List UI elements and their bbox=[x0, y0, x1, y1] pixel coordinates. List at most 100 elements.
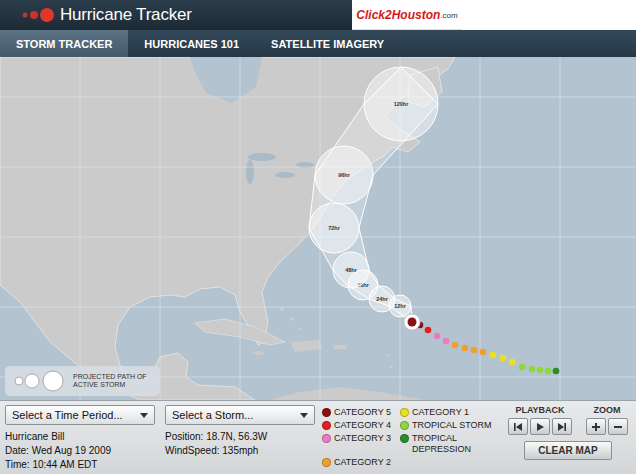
track-point[interactable] bbox=[490, 352, 497, 359]
grid-line bbox=[160, 57, 161, 400]
category-dot bbox=[400, 434, 409, 443]
forecast-point[interactable]: 96hr bbox=[315, 146, 373, 204]
control-row: PLAYBACKZOOM bbox=[508, 405, 628, 435]
skip-back-icon bbox=[513, 422, 523, 432]
category-label: CATEGORY 2 bbox=[334, 457, 391, 468]
track-point[interactable] bbox=[519, 364, 526, 371]
track-point[interactable] bbox=[500, 355, 507, 362]
forecast-point[interactable]: 120hr bbox=[364, 67, 438, 141]
storm-marker-icon[interactable] bbox=[404, 314, 420, 330]
track-point[interactable] bbox=[471, 347, 478, 354]
grid-line bbox=[80, 57, 81, 400]
play-icon bbox=[535, 422, 545, 432]
playback-label: PLAYBACK bbox=[515, 405, 564, 415]
forecast-label: 24hr bbox=[376, 296, 388, 302]
hispaniola bbox=[290, 340, 322, 352]
storm-stats: Select a Storm... Position: 18.7N, 56.3WW… bbox=[165, 405, 322, 474]
map-canvas[interactable]: 12hr24hr36hr48hr72hr96hr120hr bbox=[0, 57, 636, 400]
island bbox=[387, 354, 390, 357]
forecast-point[interactable]: 72hr bbox=[309, 203, 359, 253]
logo-main: Click2Houston bbox=[356, 8, 440, 22]
grid-line bbox=[480, 57, 481, 400]
hudson-bay bbox=[190, 57, 262, 103]
category-item: TROPICAL STORM bbox=[400, 420, 496, 431]
nav-tab[interactable]: SATELLITE IMAGERY bbox=[255, 30, 400, 57]
island bbox=[290, 317, 294, 321]
category-item: CATEGORY 1 bbox=[400, 407, 496, 418]
map[interactable]: 12hr24hr36hr48hr72hr96hr120hrPROJECTED P… bbox=[0, 57, 636, 400]
header-blank bbox=[462, 0, 636, 30]
forecast-label: 72hr bbox=[328, 225, 340, 231]
storm-name: Hurricane Bill bbox=[5, 430, 165, 444]
zoom-buttons bbox=[586, 418, 628, 435]
rewind-button[interactable] bbox=[508, 418, 528, 435]
forecast-cone bbox=[309, 67, 438, 322]
track-point[interactable] bbox=[480, 349, 487, 356]
track-point[interactable] bbox=[443, 338, 450, 345]
category-label: TROPICAL STORM bbox=[412, 420, 492, 431]
north-america bbox=[0, 57, 455, 400]
category-label: CATEGORY 1 bbox=[412, 407, 469, 418]
island bbox=[280, 307, 284, 311]
storm-info: Select a Time Period... Hurricane BillDat… bbox=[5, 405, 165, 474]
category-item: TROPICAL DEPRESSION bbox=[400, 433, 496, 455]
island bbox=[390, 366, 393, 369]
category-dot bbox=[400, 408, 409, 417]
nav-tab[interactable]: STORM TRACKER bbox=[0, 30, 128, 57]
track-point[interactable] bbox=[529, 366, 536, 373]
track-point[interactable] bbox=[434, 333, 441, 340]
category-item: CATEGORY 4 bbox=[322, 420, 400, 431]
storm-date: Date: Wed Aug 19 2009 bbox=[5, 444, 165, 458]
track-point[interactable] bbox=[537, 367, 544, 374]
path-circles-icon bbox=[11, 369, 69, 393]
nav-bar: STORM TRACKERHURRICANES 101SATELLITE IMA… bbox=[0, 30, 636, 57]
track-point[interactable] bbox=[545, 368, 552, 375]
storm-select[interactable]: Select a Storm... bbox=[165, 405, 315, 425]
category-label: CATEGORY 5 bbox=[334, 407, 391, 418]
category-dot bbox=[322, 434, 331, 443]
forecast-label: 96hr bbox=[338, 172, 350, 178]
jamaica bbox=[252, 351, 264, 355]
category-legend: CATEGORY 5 CATEGORY 4 CATEGORY 3 CATEGORY 2… bbox=[322, 405, 500, 474]
zoom-in-button[interactable] bbox=[586, 418, 606, 435]
nav-tab[interactable]: HURRICANES 101 bbox=[128, 30, 255, 57]
category-item: CATEGORY 3 bbox=[322, 433, 400, 455]
zoom-out-button[interactable] bbox=[608, 418, 628, 435]
track-point[interactable] bbox=[462, 345, 469, 352]
hurricane-tracker: Hurricane TrackerClick2Houston.comSTORM … bbox=[0, 0, 636, 474]
play-button[interactable] bbox=[530, 418, 550, 435]
forecast-label: 12hr bbox=[394, 303, 406, 309]
track-point[interactable] bbox=[425, 327, 432, 334]
dropdown-arrow-icon bbox=[300, 413, 308, 418]
dots-icon bbox=[20, 6, 56, 24]
logo-suffix: .com bbox=[440, 11, 457, 20]
track-point[interactable] bbox=[509, 359, 516, 366]
category-dot bbox=[322, 408, 331, 417]
skip-forward-icon bbox=[557, 422, 567, 432]
playback-group: PLAYBACK bbox=[508, 405, 572, 435]
category-label: CATEGORY 3 bbox=[334, 433, 391, 444]
header: Hurricane Tracker Click2Houston.com bbox=[0, 0, 636, 30]
track-point[interactable] bbox=[452, 342, 459, 349]
map-controls: PLAYBACKZOOM CLEAR MAP bbox=[500, 405, 636, 474]
forecast-point[interactable]: 48hr bbox=[333, 252, 369, 288]
control-panel: Select a Time Period... Hurricane BillDat… bbox=[0, 400, 636, 474]
category-label: CATEGORY 4 bbox=[334, 420, 391, 431]
select-text: Select a Time Period... bbox=[12, 409, 123, 421]
grid-line bbox=[0, 307, 636, 308]
minus-icon bbox=[613, 422, 623, 432]
island bbox=[299, 328, 302, 331]
great-lake bbox=[275, 172, 295, 178]
storm-wind: WindSpeed: 135mph bbox=[165, 444, 322, 458]
time-period-select[interactable]: Select a Time Period... bbox=[5, 405, 155, 425]
category-item: CATEGORY 2 bbox=[322, 457, 400, 468]
dropdown-arrow-icon bbox=[140, 413, 148, 418]
forward-button[interactable] bbox=[552, 418, 572, 435]
clear-map-button[interactable]: CLEAR MAP bbox=[524, 441, 612, 460]
playback-buttons bbox=[508, 418, 572, 435]
plus-icon bbox=[591, 422, 601, 432]
track-point[interactable] bbox=[553, 368, 560, 375]
storm-position: Position: 18.7N, 56.3W bbox=[165, 430, 322, 444]
app-title: Hurricane Tracker bbox=[60, 5, 192, 25]
station-logo[interactable]: Click2Houston.com bbox=[352, 0, 462, 30]
